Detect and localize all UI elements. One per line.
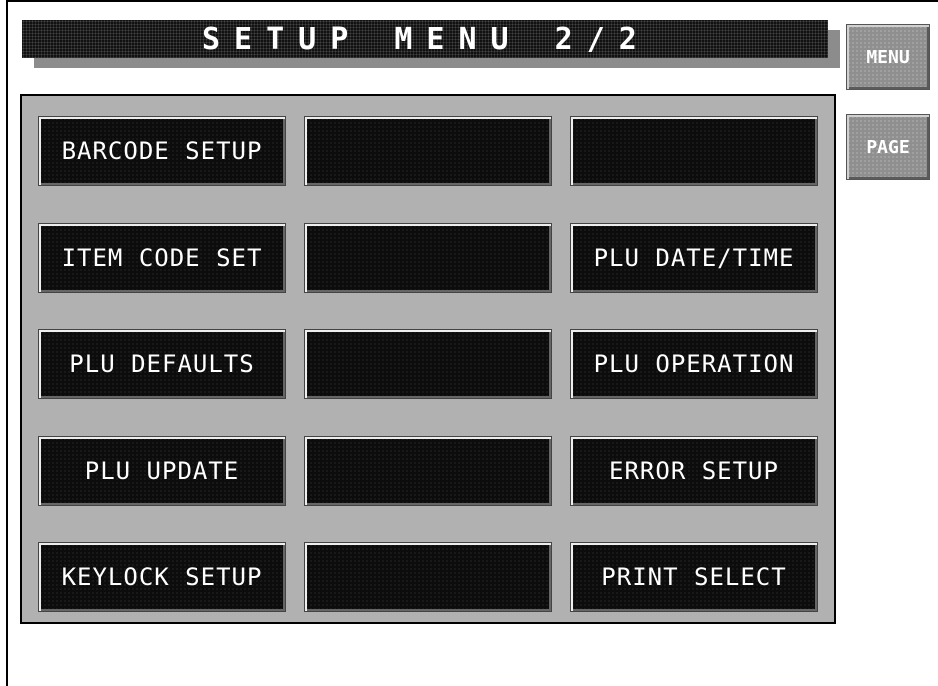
plu-defaults-button[interactable]: PLU DEFAULTS — [38, 329, 286, 399]
empty-slot-button[interactable] — [304, 223, 552, 293]
menu-button[interactable]: MENU — [846, 24, 930, 90]
plu-operation-button[interactable]: PLU OPERATION — [570, 329, 818, 399]
error-setup-button[interactable]: ERROR SETUP — [570, 436, 818, 506]
empty-slot-button[interactable] — [304, 329, 552, 399]
item-code-set-button[interactable]: ITEM CODE SET — [38, 223, 286, 293]
empty-slot-button[interactable] — [304, 436, 552, 506]
keylock-setup-button[interactable]: KEYLOCK SETUP — [38, 542, 286, 612]
page-title: SETUP MENU 2/2 — [202, 21, 651, 57]
page-button[interactable]: PAGE — [846, 114, 930, 180]
empty-slot-button[interactable] — [570, 116, 818, 186]
title-bar: SETUP MENU 2/2 — [22, 20, 828, 58]
frame-left-border — [6, 0, 8, 686]
empty-slot-button[interactable] — [304, 116, 552, 186]
barcode-setup-button[interactable]: BARCODE SETUP — [38, 116, 286, 186]
frame-top-border — [6, 0, 938, 2]
setup-menu-panel: BARCODE SETUP ITEM CODE SET PLU DATE/TIM… — [20, 94, 836, 624]
empty-slot-button[interactable] — [304, 542, 552, 612]
plu-date-time-button[interactable]: PLU DATE/TIME — [570, 223, 818, 293]
print-select-button[interactable]: PRINT SELECT — [570, 542, 818, 612]
plu-update-button[interactable]: PLU UPDATE — [38, 436, 286, 506]
